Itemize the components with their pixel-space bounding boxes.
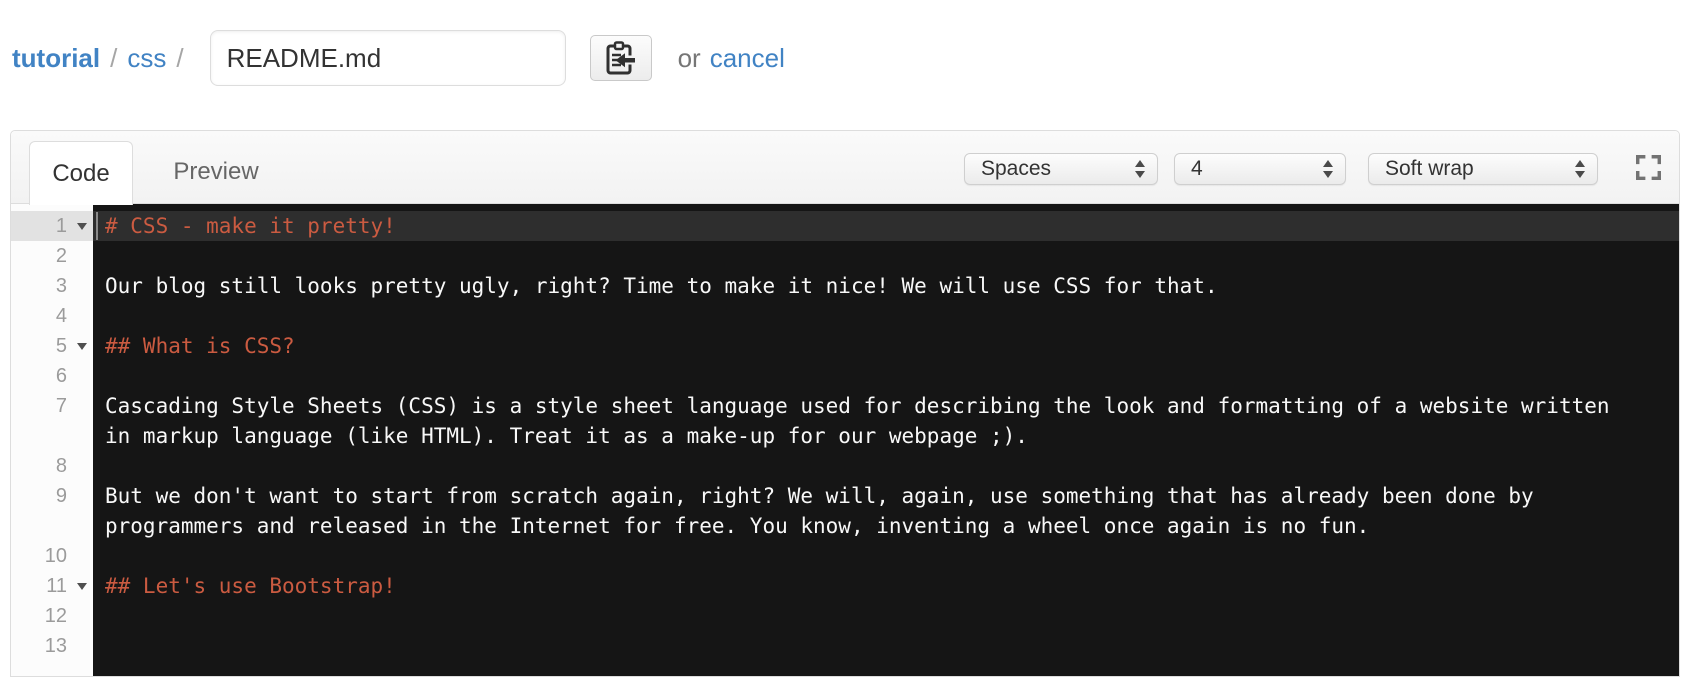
gutter-row[interactable]: 1	[11, 211, 93, 241]
code-row[interactable]: Cascading Style Sheets (CSS) is a style …	[93, 391, 1679, 421]
line-number: 7	[55, 395, 67, 417]
line-number: 12	[44, 605, 67, 627]
line-number: 1	[55, 215, 67, 237]
code-row[interactable]	[93, 361, 1679, 391]
editor-gutter: 1 2 3 4 5 6 7 8 9 10 11 12 13	[11, 204, 93, 676]
code-row[interactable]	[93, 451, 1679, 481]
file-editor-panel: Code Preview Spaces 4 Soft wrap 12345678…	[10, 130, 1680, 677]
screen-full-icon	[1635, 154, 1662, 180]
code-row[interactable]: But we don't want to start from scratch …	[93, 481, 1679, 511]
editor-header: Code Preview Spaces 4 Soft wrap	[11, 131, 1679, 205]
code-text: programmers and released in the Internet…	[105, 514, 1370, 538]
gutter-row[interactable]	[11, 511, 93, 541]
paste-template-button[interactable]	[589, 35, 652, 81]
triangle-down-icon[interactable]	[77, 583, 87, 590]
gutter-row[interactable]: 7	[11, 391, 93, 421]
clipboard-arrow-icon	[604, 40, 638, 76]
gutter-row[interactable]: 5	[11, 331, 93, 361]
text-cursor	[96, 212, 98, 240]
triangle-down-icon[interactable]	[77, 343, 87, 350]
code-row[interactable]: in markup language (like HTML). Treat it…	[93, 421, 1679, 451]
or-text: or	[677, 42, 701, 73]
line-number: 3	[55, 275, 67, 297]
line-number: 2	[55, 245, 67, 267]
indent-mode-select[interactable]: Spaces	[964, 153, 1158, 185]
up-down-arrows-icon	[1323, 160, 1333, 178]
line-number: 4	[55, 305, 67, 327]
fullscreen-button[interactable]	[1634, 153, 1662, 181]
indent-width-value: 4	[1191, 157, 1203, 180]
code-text: Our blog still looks pretty ugly, right?…	[105, 274, 1218, 298]
line-number: 6	[55, 365, 67, 387]
breadcrumb-separator: /	[176, 42, 184, 73]
code-editor[interactable]: 1 2 3 4 5 6 7 8 9 10 11 12 13 # CSS - make it pretty…	[11, 204, 1679, 676]
code-row[interactable]	[93, 301, 1679, 331]
gutter-row[interactable]: 8	[11, 451, 93, 481]
code-row[interactable]: # CSS - make it pretty!	[93, 211, 1679, 241]
code-row[interactable]: ## Let's use Bootstrap!	[93, 571, 1679, 601]
indent-width-select[interactable]: 4	[1174, 153, 1346, 185]
line-number: 5	[55, 335, 67, 357]
gutter-row[interactable]: 4	[11, 301, 93, 331]
code-row[interactable]: programmers and released in the Internet…	[93, 511, 1679, 541]
code-row[interactable]: ## What is CSS?	[93, 331, 1679, 361]
gutter-row[interactable]: 6	[11, 361, 93, 391]
code-row[interactable]	[93, 541, 1679, 571]
tab-preview[interactable]: Preview	[151, 141, 281, 203]
code-row[interactable]: Our blog still looks pretty ugly, right?…	[93, 271, 1679, 301]
breadcrumb: tutorial / css / or cancel	[12, 28, 785, 88]
tab-code[interactable]: Code	[29, 141, 133, 205]
gutter-row[interactable]: 11	[11, 571, 93, 601]
gutter-row[interactable]: 3	[11, 271, 93, 301]
up-down-arrows-icon	[1135, 160, 1145, 178]
gutter-row[interactable]: 10	[11, 541, 93, 571]
breadcrumb-folder-link[interactable]: css	[127, 43, 166, 74]
wrap-mode-value: Soft wrap	[1385, 157, 1474, 180]
code-text: Cascading Style Sheets (CSS) is a style …	[105, 394, 1610, 418]
code-text: But we don't want to start from scratch …	[105, 484, 1534, 508]
line-number: 10	[44, 545, 67, 567]
gutter-row[interactable]: 9	[11, 481, 93, 511]
gutter-row[interactable]: 12	[11, 601, 93, 631]
breadcrumb-repo-link[interactable]: tutorial	[12, 43, 100, 74]
breadcrumb-separator: /	[110, 42, 118, 73]
cancel-link[interactable]: cancel	[710, 43, 785, 74]
line-number: 11	[46, 575, 67, 597]
gutter-row[interactable]	[11, 421, 93, 451]
triangle-down-icon[interactable]	[77, 223, 87, 230]
code-text: # CSS - make it pretty!	[105, 214, 396, 238]
code-text: ## Let's use Bootstrap!	[105, 574, 396, 598]
code-row[interactable]	[93, 241, 1679, 271]
code-row[interactable]	[93, 601, 1679, 631]
wrap-mode-select[interactable]: Soft wrap	[1368, 153, 1598, 185]
line-number: 8	[55, 455, 67, 477]
code-text: ## What is CSS?	[105, 334, 295, 358]
indent-mode-value: Spaces	[981, 157, 1052, 180]
gutter-row[interactable]: 2	[11, 241, 93, 271]
code-text: in markup language (like HTML). Treat it…	[105, 424, 1028, 448]
editor-code[interactable]: # CSS - make it pretty! Our blog still lo…	[93, 204, 1679, 676]
filename-input[interactable]	[209, 30, 566, 86]
up-down-arrows-icon	[1575, 160, 1585, 178]
line-number: 9	[55, 485, 67, 507]
